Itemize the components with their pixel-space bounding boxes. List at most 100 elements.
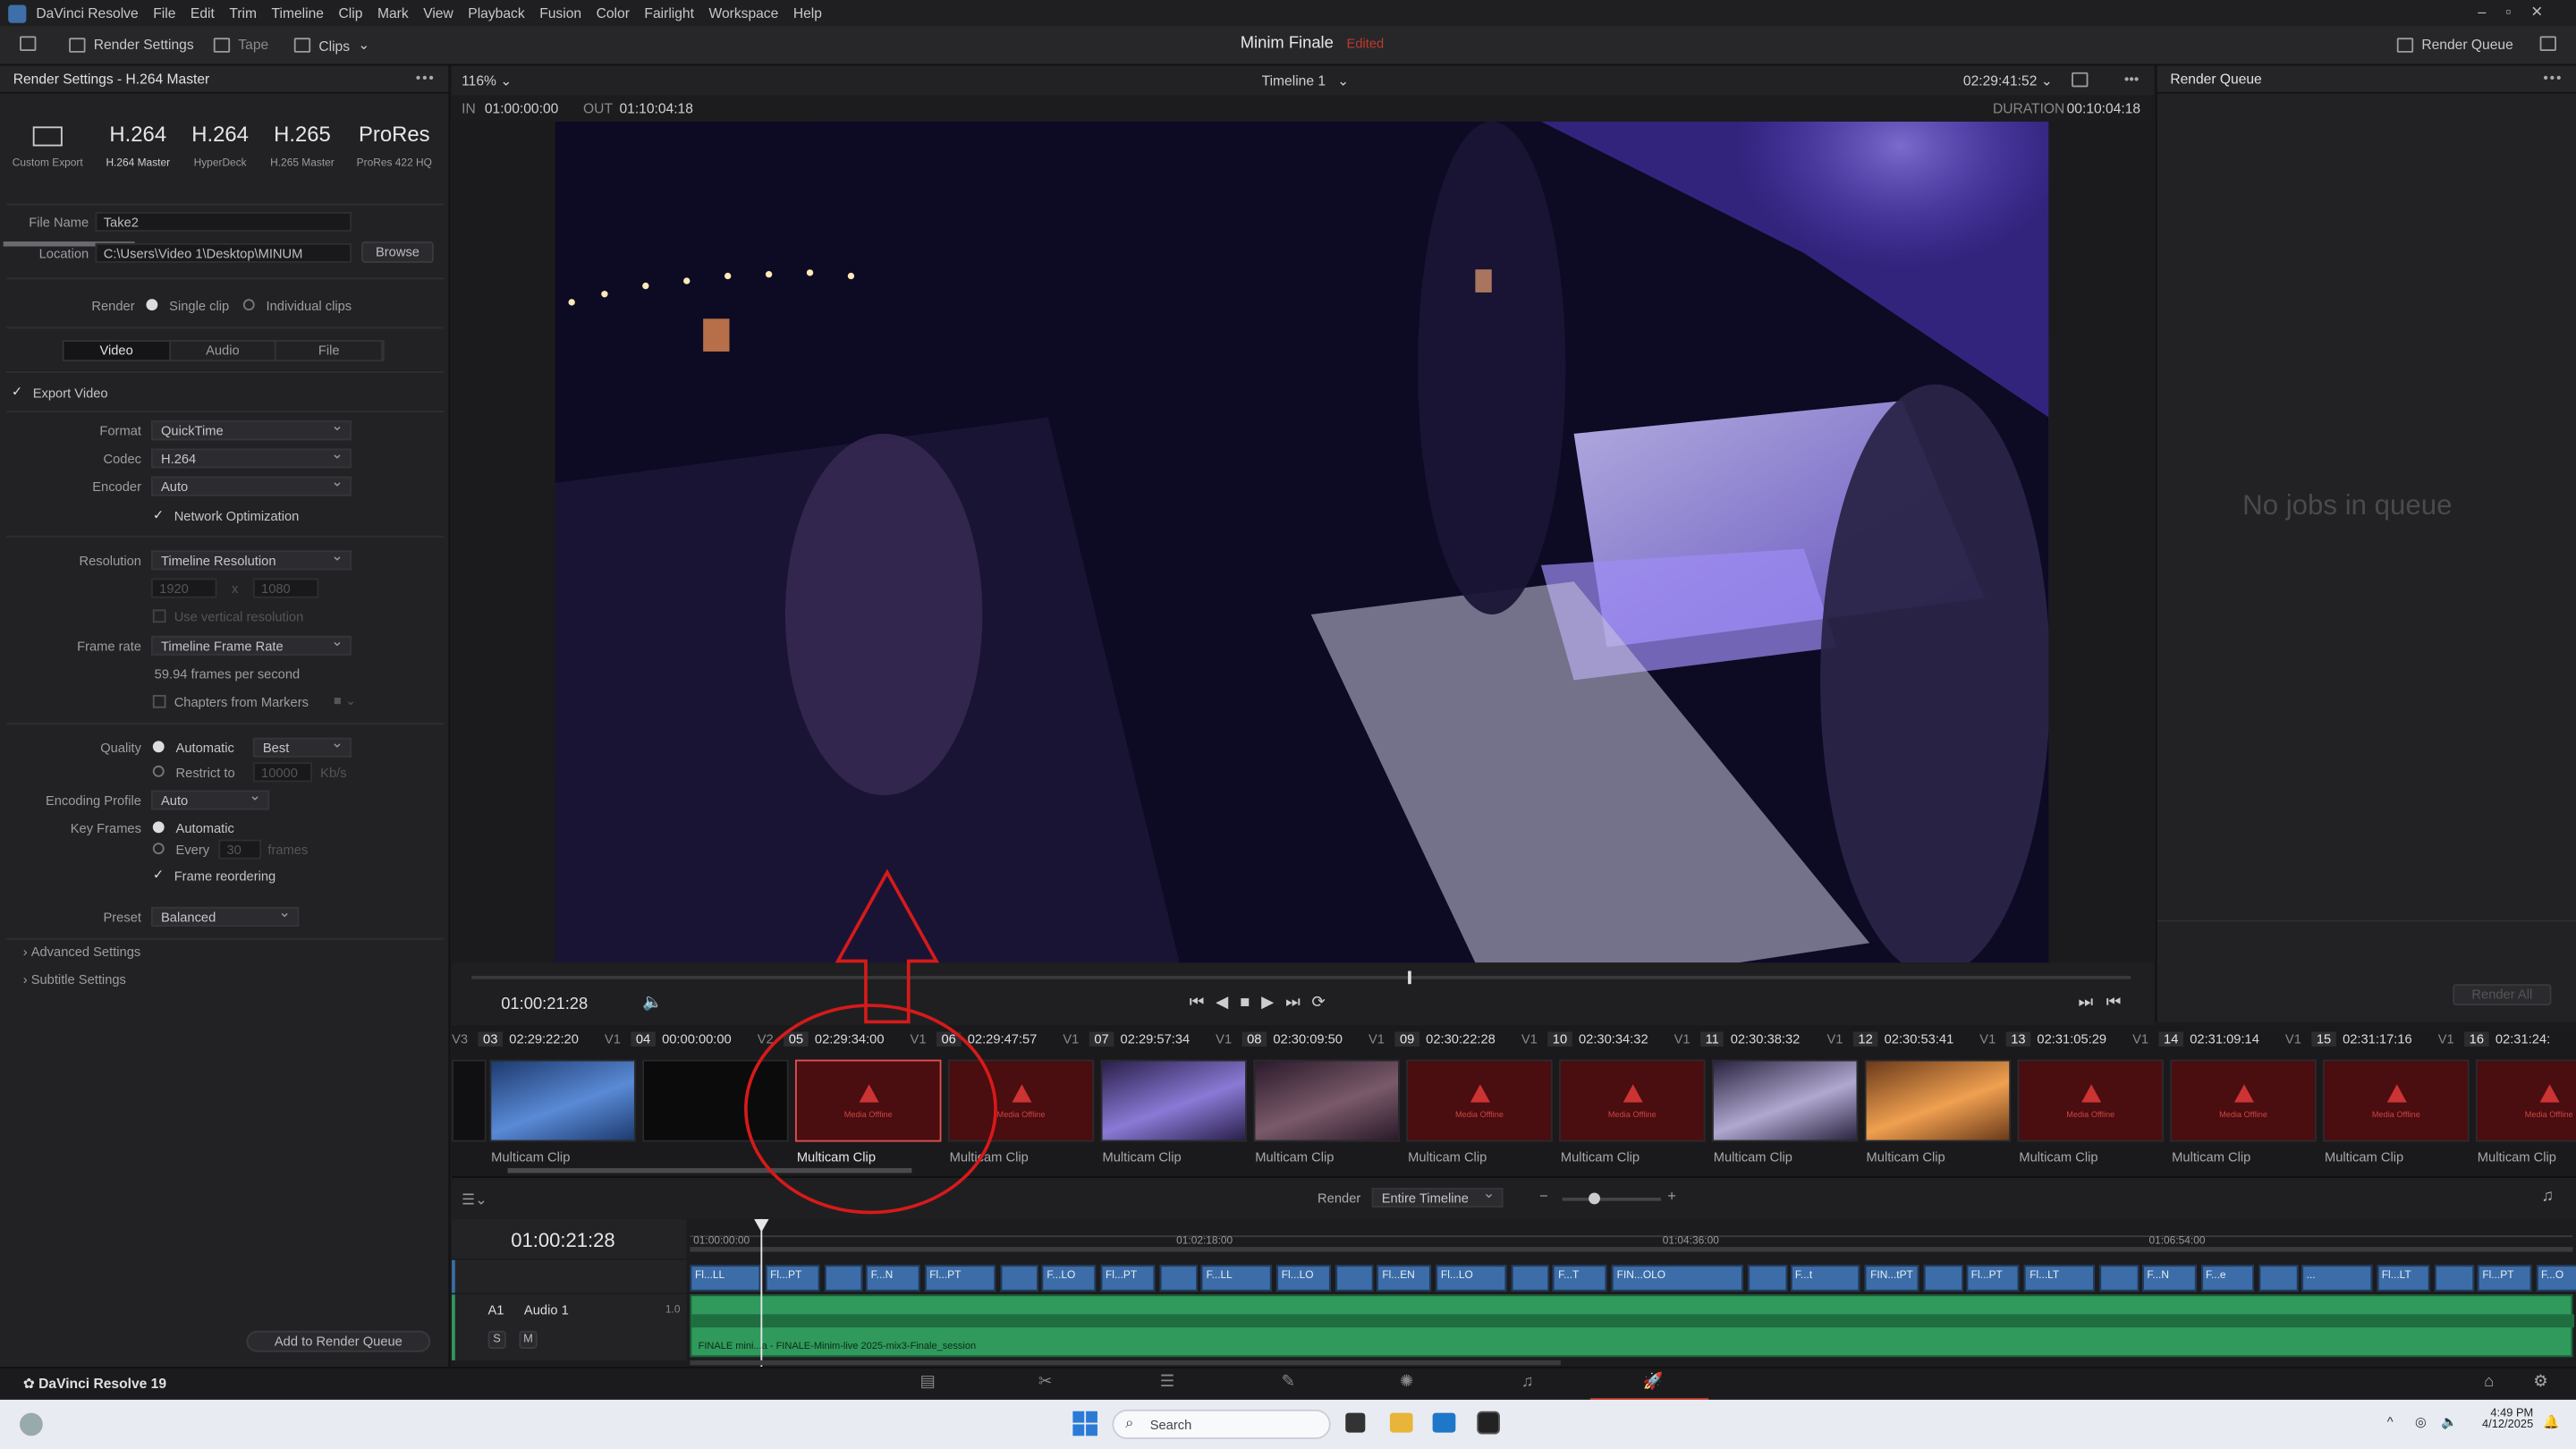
cut-page-icon[interactable]: ✂: [1038, 1374, 1052, 1392]
video-clip[interactable]: Fl...PT: [1966, 1265, 2021, 1292]
export-video-checkbox[interactable]: ✓: [12, 386, 25, 400]
more-options-icon[interactable]: •••: [2543, 69, 2563, 85]
tape-button[interactable]: Tape: [213, 36, 268, 53]
individual-clips-radio[interactable]: [242, 299, 255, 311]
fusion-page-icon[interactable]: ✎: [1282, 1374, 1295, 1392]
clip-thumbnail-11[interactable]: [1711, 1059, 1859, 1142]
zoom-out-icon[interactable]: −: [1539, 1188, 1548, 1204]
in-timecode[interactable]: 01:00:00:00: [485, 100, 558, 116]
render-settings-button[interactable]: Render Settings: [69, 36, 194, 53]
play-icon[interactable]: ▶: [1261, 994, 1285, 1012]
render-range-dropdown[interactable]: Entire Timeline: [1371, 1186, 1504, 1208]
out-timecode[interactable]: 01:10:04:18: [619, 100, 692, 116]
resolve-taskbar-icon[interactable]: [1477, 1411, 1500, 1435]
video-clip[interactable]: [1748, 1265, 1787, 1292]
preset-prores-422hq[interactable]: ProRes ProRes 422 HQ: [348, 115, 440, 169]
last-frame-icon[interactable]: ⏭: [1285, 994, 1311, 1012]
resolution-dropdown[interactable]: Timeline Resolution: [150, 548, 352, 571]
volume-icon[interactable]: 🔈: [642, 994, 663, 1012]
restrict-input[interactable]: 10000: [252, 762, 312, 783]
settings-gear-icon[interactable]: ⚙: [2533, 1374, 2547, 1392]
timeline-scrollbar[interactable]: [690, 1360, 1561, 1366]
solo-button[interactable]: S: [487, 1330, 506, 1349]
add-to-render-queue-button[interactable]: Add to Render Queue: [246, 1330, 431, 1352]
home-icon[interactable]: ⌂: [2484, 1374, 2494, 1392]
zoom-in-icon[interactable]: +: [1667, 1188, 1676, 1204]
video-clip[interactable]: FIN...OLO: [1612, 1265, 1743, 1292]
format-dropdown[interactable]: QuickTime: [150, 419, 352, 441]
preset-h264-master[interactable]: H.264 H.264 Master: [97, 115, 179, 169]
timeline-options-icon[interactable]: ☰⌄: [462, 1191, 487, 1209]
video-clip[interactable]: [999, 1265, 1039, 1292]
video-clip[interactable]: [1159, 1265, 1199, 1292]
resolution-height-input[interactable]: 1080: [252, 578, 319, 598]
stop-icon[interactable]: ■: [1240, 994, 1261, 1012]
viewer-options-icon[interactable]: [2072, 72, 2089, 90]
video-clip[interactable]: Fl...LT: [2377, 1265, 2431, 1292]
audio-clip[interactable]: FINALE mini...a - FINALE-Minim-live 2025…: [690, 1294, 2575, 1358]
menu-fairlight[interactable]: Fairlight: [644, 5, 694, 21]
clip-thumbnail-07[interactable]: [1100, 1059, 1248, 1142]
mute-button[interactable]: M: [519, 1330, 538, 1349]
loop-icon[interactable]: ⟳: [1312, 994, 1337, 1012]
preset-hyperdeck[interactable]: H.264 HyperDeck: [181, 115, 259, 169]
codec-dropdown[interactable]: H.264: [150, 447, 352, 469]
encoding-profile-dropdown[interactable]: Auto: [150, 789, 270, 810]
clip-thumbnail-10[interactable]: Media Offline: [1559, 1059, 1706, 1142]
clip-thumbnail-08[interactable]: [1253, 1059, 1400, 1142]
preset-h265-master[interactable]: H.265 H.265 Master: [263, 115, 342, 169]
frame-reordering-checkbox[interactable]: ✓: [153, 869, 166, 883]
file-explorer-icon[interactable]: [1389, 1412, 1413, 1433]
vertical-resolution-checkbox[interactable]: [152, 609, 166, 623]
video-clip[interactable]: F...e: [2200, 1265, 2255, 1292]
clips-button[interactable]: Clips ⌄: [293, 36, 369, 54]
video-clip[interactable]: Fl...LO: [1436, 1265, 1507, 1292]
network-optimization-checkbox[interactable]: ✓: [153, 508, 166, 522]
clip-thumbnail-13[interactable]: Media Offline: [2017, 1059, 2164, 1142]
clip-thumbnail-05[interactable]: Media Offline: [794, 1059, 942, 1142]
menu-mark[interactable]: Mark: [377, 5, 409, 21]
next-edit-icon[interactable]: ⏭: [2078, 994, 2106, 1012]
menu-clip[interactable]: Clip: [339, 5, 363, 21]
menu-color[interactable]: Color: [597, 5, 630, 21]
video-clip[interactable]: Fl...LL: [690, 1265, 761, 1292]
menu-playback[interactable]: Playback: [468, 5, 524, 21]
fairlight-page-icon[interactable]: ♫: [1521, 1374, 1534, 1392]
video-clip[interactable]: Fl...LT: [2024, 1265, 2096, 1292]
deliver-page-tab[interactable]: 🚀: [1589, 1368, 1709, 1402]
clip-thumbnail-16[interactable]: Media Offline: [2475, 1059, 2576, 1142]
volume-tray-icon[interactable]: 🔈: [2441, 1414, 2457, 1429]
step-back-icon[interactable]: ◀: [1216, 994, 1240, 1012]
video-clip[interactable]: F...N: [2141, 1265, 2196, 1292]
video-clip[interactable]: [2099, 1265, 2140, 1292]
video-clip[interactable]: F...N: [866, 1265, 920, 1292]
kf-every-radio[interactable]: [152, 843, 165, 855]
window-controls[interactable]: –▫✕: [2478, 4, 2563, 21]
clip-strip-scrollbar[interactable]: [507, 1167, 912, 1174]
video-clip[interactable]: Fl...PT: [924, 1265, 996, 1292]
scrubber-playhead[interactable]: [1408, 970, 1411, 985]
clip-thumbnail-14[interactable]: Media Offline: [2170, 1059, 2317, 1142]
video-clip[interactable]: Fl...PT: [2477, 1265, 2531, 1292]
menu-file[interactable]: File: [153, 5, 175, 21]
timeline-ruler[interactable]: 01:00:00:00 01:02:18:00 01:04:36:00 01:0…: [690, 1219, 2573, 1258]
video-clip[interactable]: [1511, 1265, 1550, 1292]
color-page-icon[interactable]: ✺: [1400, 1374, 1413, 1392]
kf-automatic-radio[interactable]: [152, 821, 165, 834]
tab-file[interactable]: File: [276, 342, 383, 360]
clip-thumbnail-partial[interactable]: [452, 1059, 487, 1142]
more-options-icon[interactable]: •••: [2124, 71, 2139, 87]
kf-every-input[interactable]: 30: [218, 839, 262, 860]
video-clip[interactable]: Fl...LO: [1276, 1265, 1331, 1292]
browse-button[interactable]: Browse: [361, 241, 434, 263]
notification-bell-icon[interactable]: 🔔: [2543, 1414, 2559, 1429]
video-clip[interactable]: FIN...tPT: [1865, 1265, 1919, 1292]
viewer-scrubber[interactable]: [471, 976, 2131, 979]
video-clip[interactable]: [1335, 1265, 1375, 1292]
video-clip[interactable]: F...O: [2536, 1265, 2576, 1292]
timeline-zoom-slider[interactable]: [1562, 1197, 1661, 1201]
video-clip[interactable]: F...T: [1553, 1265, 1607, 1292]
video-clip[interactable]: [2259, 1265, 2299, 1292]
video-clip[interactable]: [2435, 1265, 2475, 1292]
menu-help[interactable]: Help: [793, 5, 822, 21]
